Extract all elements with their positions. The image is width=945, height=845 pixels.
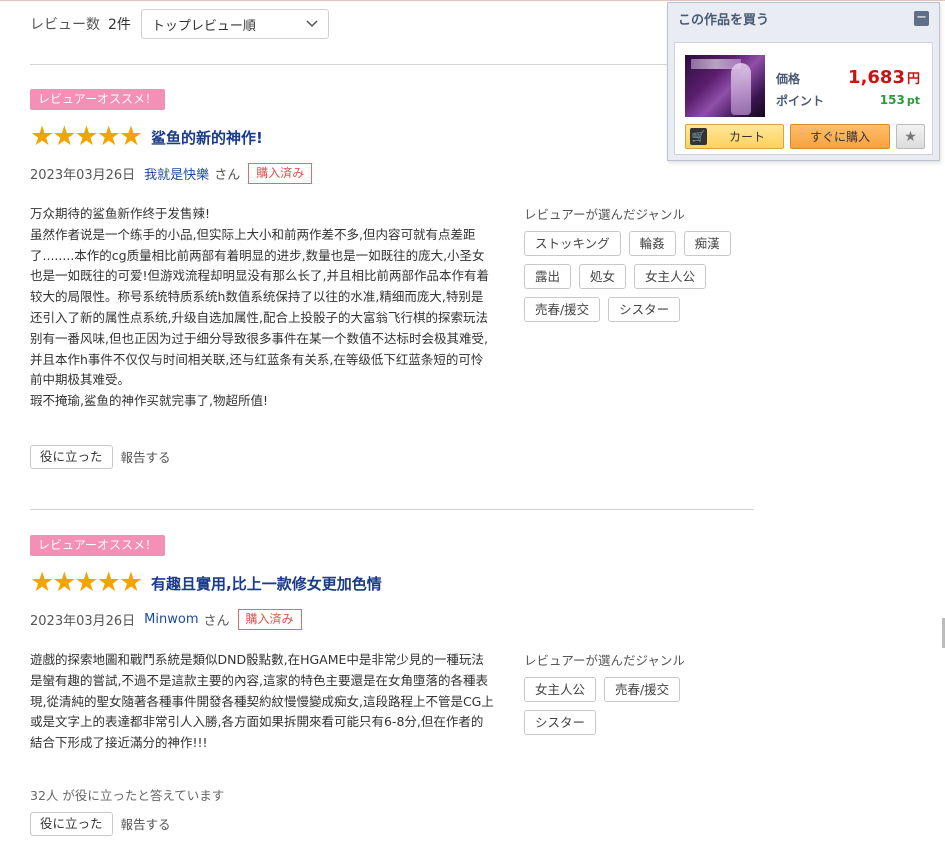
helpful-button[interactable]: 役に立った bbox=[30, 811, 113, 836]
add-to-cart-button[interactable]: 🛒 カート bbox=[685, 124, 784, 149]
collapse-button[interactable]: − bbox=[914, 10, 929, 26]
genre-tag[interactable]: ストッキング bbox=[523, 231, 621, 256]
review-date: 2023年03月26日 bbox=[30, 613, 136, 629]
sort-select[interactable]: トップレビュー順 bbox=[140, 9, 329, 39]
genres-title: レビュアーが選んだジャンル bbox=[523, 653, 685, 668]
divider bbox=[30, 509, 754, 510]
helpful-count: 32人 が役に立ったと答えています bbox=[30, 787, 225, 803]
review-count-label: レビュー数 bbox=[30, 17, 100, 33]
report-link[interactable]: 報告する bbox=[121, 814, 171, 833]
genre-tag[interactable]: 処女 bbox=[578, 264, 626, 289]
review-title: 鲨鱼的新的神作! bbox=[151, 128, 263, 147]
review-text: 遊戲的探索地圖和戰鬥系統是類似DND骰點數,在HGAME中是非常少見的一種玩法是… bbox=[30, 652, 494, 751]
honorific: さん bbox=[214, 167, 241, 183]
buy-box-content: 価格 1,683 円 ポイント 153 pt 🛒 カート すぐに購入 ★ bbox=[674, 42, 933, 155]
favorite-star-icon[interactable]: ★ bbox=[896, 124, 925, 149]
buy-box: この作品を買う − 価格 1,683 円 ポイント 153 pt 🛒 カート すぐに… bbox=[667, 2, 940, 161]
purchased-badge: 購入済み bbox=[237, 608, 302, 630]
points-value: 153 bbox=[879, 93, 905, 107]
genre-tag[interactable]: シスター bbox=[608, 297, 681, 322]
divider bbox=[30, 64, 754, 65]
star-rating: ★★★★★ bbox=[30, 567, 143, 598]
helpful-button[interactable]: 役に立った bbox=[30, 444, 113, 469]
points-label: ポイント bbox=[776, 94, 825, 108]
review-count: 2件 bbox=[108, 17, 131, 33]
points-unit: pt bbox=[906, 94, 920, 107]
genre-tag[interactable]: シスター bbox=[523, 710, 596, 735]
star-rating: ★★★★★ bbox=[30, 121, 143, 152]
product-thumbnail[interactable] bbox=[685, 55, 765, 117]
chevron-down-icon bbox=[306, 20, 318, 28]
review-title: 有趣且實用,比上一款修女更加色情 bbox=[151, 574, 382, 593]
cart-icon: 🛒 bbox=[690, 128, 707, 145]
recommend-badge: レビュアーオススメ！ bbox=[30, 535, 166, 556]
genre-tag[interactable]: 売春/援交 bbox=[603, 677, 681, 702]
reviewer-link[interactable]: 我就是快樂 bbox=[144, 164, 209, 183]
genre-tag[interactable]: 女主人公 bbox=[633, 264, 706, 289]
price-label: 価格 bbox=[776, 72, 801, 86]
honorific: さん bbox=[203, 613, 230, 629]
review-sort-bar: レビュー数 2件 トップレビュー順 bbox=[30, 8, 329, 40]
genre-tag[interactable]: 露出 bbox=[523, 264, 571, 289]
genre-tag[interactable]: 痴漢 bbox=[683, 231, 731, 256]
report-link[interactable]: 報告する bbox=[121, 447, 171, 466]
buy-box-title: この作品を買う bbox=[678, 12, 770, 28]
genre-tag[interactable]: 女主人公 bbox=[523, 677, 596, 702]
genre-tag[interactable]: 輪姦 bbox=[628, 231, 676, 256]
review-text: 万众期待的鲨鱼新作终于发售辣! 虽然作者说是一个练手的小品,但实际上大小和前两作… bbox=[30, 206, 489, 409]
purchased-badge: 購入済み bbox=[248, 162, 313, 184]
cart-label: カート bbox=[729, 130, 766, 144]
genres-title: レビュアーが選んだジャンル bbox=[523, 207, 685, 222]
thumbnail-figure bbox=[731, 63, 751, 115]
review-item: レビュアーオススメ！ ★★★★★ 鲨鱼的新的神作! 2023年03月26日 我就… bbox=[30, 89, 754, 469]
price-value: 1,683 bbox=[848, 67, 905, 88]
price: 1,683 円 bbox=[848, 67, 920, 88]
review-date: 2023年03月26日 bbox=[30, 167, 136, 183]
review-genres: レビュアーが選んだジャンル 女主人公 売春/援交 シスター bbox=[523, 650, 754, 754]
genre-tag[interactable]: 売春/援交 bbox=[523, 297, 601, 322]
recommend-badge: レビュアーオススメ！ bbox=[30, 89, 166, 110]
reviewer-link[interactable]: Minwom bbox=[144, 612, 198, 627]
review-item: レビュアーオススメ！ ★★★★★ 有趣且實用,比上一款修女更加色情 2023年0… bbox=[30, 535, 754, 836]
points: 153 pt bbox=[880, 93, 920, 107]
buy-now-button[interactable]: すぐに購入 bbox=[790, 124, 890, 149]
price-unit: 円 bbox=[906, 72, 920, 87]
sort-select-value: トップレビュー順 bbox=[151, 18, 256, 34]
review-genres: レビュアーが選んだジャンル ストッキング 輪姦 痴漢 露出 処女 女主人公 売春… bbox=[523, 204, 754, 412]
